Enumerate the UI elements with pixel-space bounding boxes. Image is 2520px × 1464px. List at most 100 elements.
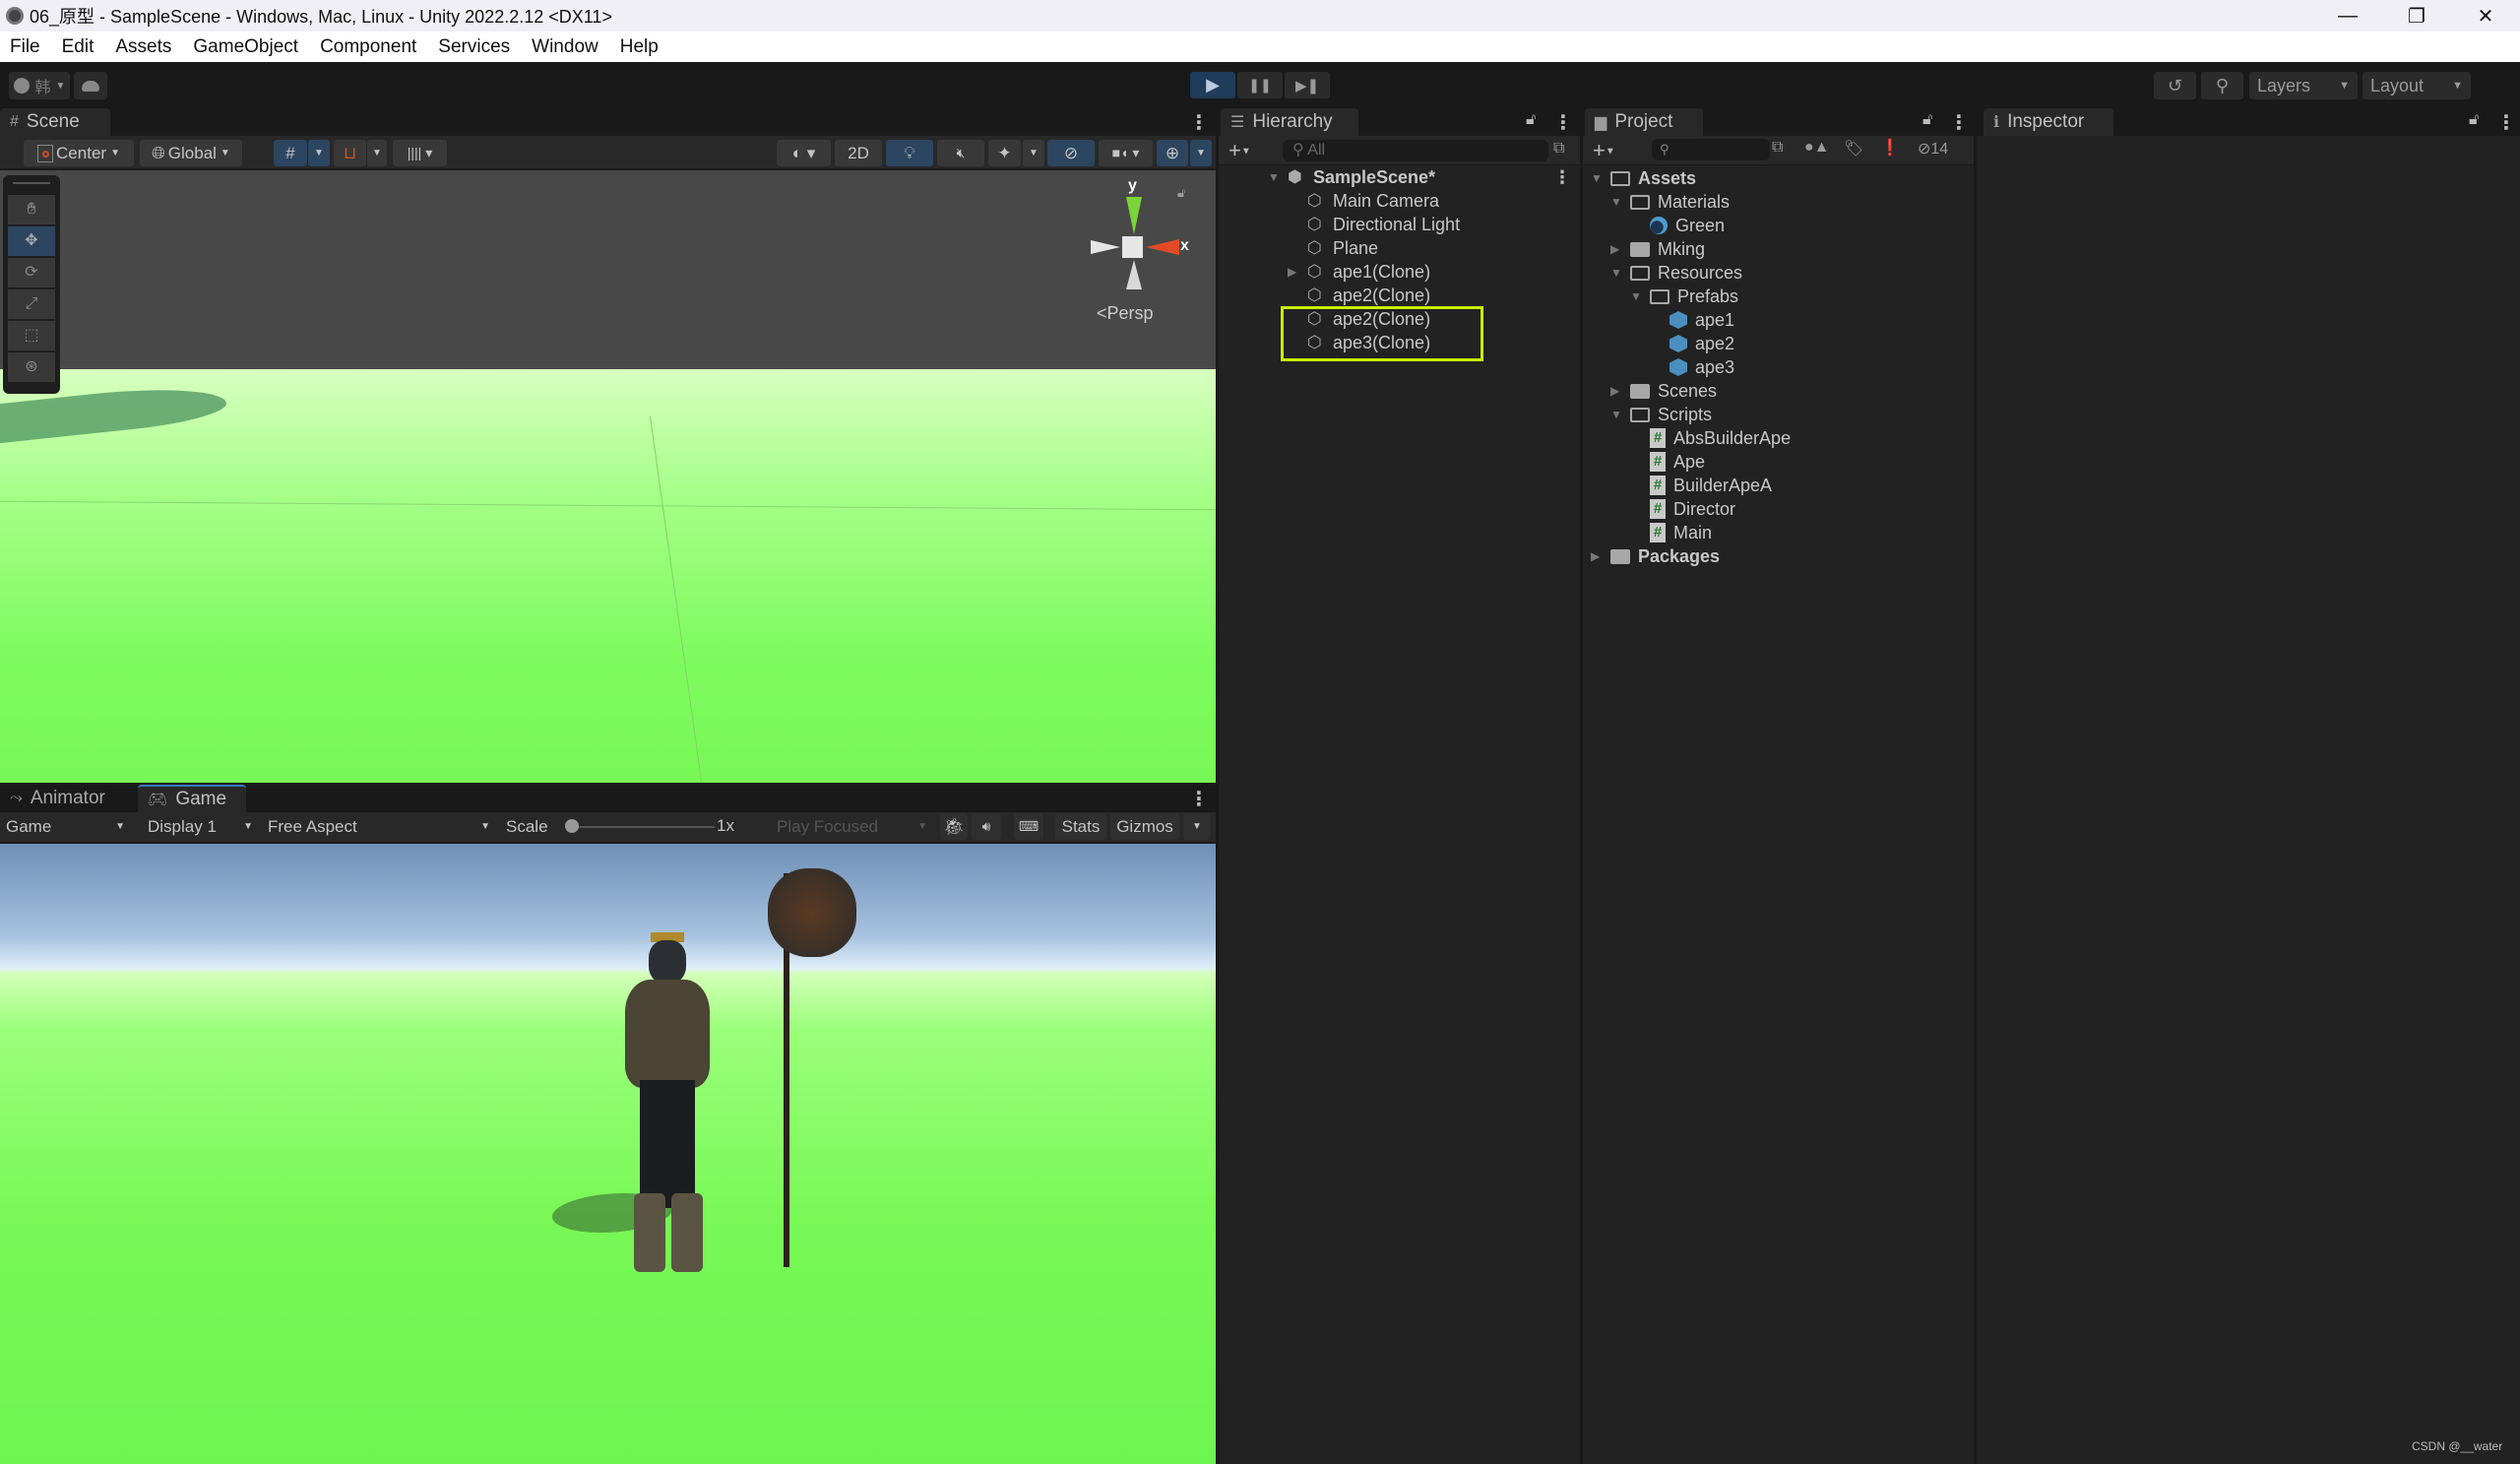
account-button[interactable]: 韩 ▼ [9, 72, 70, 99]
popout-icon[interactable]: ⧉ [1553, 140, 1564, 158]
close-button[interactable]: ✕ [2456, 0, 2515, 32]
project-item[interactable]: ▼ Assets [1591, 166, 1696, 190]
pivot-center-dropdown[interactable]: Center ▼ [24, 140, 134, 166]
expand-arrow-icon[interactable]: ▼ [1610, 266, 1624, 280]
list-item[interactable]: ⬡ ape2(Clone) [1307, 284, 1430, 307]
expand-arrow-icon[interactable]: ▼ [1610, 195, 1624, 209]
filter-by-type-icon[interactable]: ●▲ [1804, 139, 1830, 157]
undo-history-button[interactable]: ↺ [2154, 72, 2196, 99]
project-item[interactable]: ▼ Resources [1610, 261, 1742, 285]
scale-slider-track[interactable] [567, 826, 715, 828]
gizmos-dropdown[interactable]: ▼ [1190, 140, 1212, 166]
audio-toggle[interactable]: 🔇︎ [937, 140, 984, 166]
project-search-input[interactable]: ⚲ [1652, 139, 1770, 160]
list-item[interactable]: ⬡ Directional Light [1307, 213, 1460, 236]
project-item[interactable]: ▼ Prefabs [1630, 285, 1738, 308]
restore-button[interactable]: ❐ [2387, 0, 2446, 32]
lock-icon[interactable]: 🔓︎ [2469, 111, 2479, 129]
effects-toggle[interactable]: ✦ [988, 140, 1021, 166]
popout-icon[interactable]: ⧉ [1772, 139, 1783, 157]
stats-toggle[interactable]: Stats [1055, 813, 1106, 840]
add-button[interactable]: +▼ [1228, 138, 1251, 163]
expand-arrow-icon[interactable]: ▼ [1610, 408, 1624, 421]
expand-arrow-icon[interactable]: ▶ [1591, 549, 1605, 563]
gizmos-toggle[interactable]: ⊕ [1157, 140, 1188, 166]
create-button[interactable]: +▼ [1593, 138, 1615, 163]
aspect-select[interactable]: Free Aspect ▼ [262, 813, 496, 840]
project-item[interactable]: ▶ Scenes [1610, 379, 1717, 403]
effects-dropdown[interactable]: ▼ [1023, 140, 1044, 166]
inspector-menu-icon[interactable]: ⋮ [2496, 110, 2516, 135]
minimize-button[interactable]: — [2318, 0, 2377, 32]
tab-inspector[interactable]: ℹ Inspector [1984, 108, 2113, 136]
increment-snap-dropdown[interactable]: ▼ [367, 140, 387, 166]
project-item[interactable]: ▶ Packages [1591, 544, 1720, 568]
rotate-tool[interactable]: ⟳ [8, 258, 55, 287]
rect-tool[interactable]: ⬚ [8, 321, 55, 350]
menu-edit[interactable]: Edit [62, 36, 94, 58]
grid-snap-dropdown[interactable]: ▼ [308, 140, 330, 166]
hierarchy-search-input[interactable]: ⚲ All [1283, 140, 1548, 161]
step-button[interactable]: ▶❚ [1285, 72, 1330, 98]
menu-window[interactable]: Window [532, 36, 598, 58]
list-item[interactable]: ⬡ Plane [1307, 236, 1378, 260]
menu-component[interactable]: Component [320, 36, 416, 58]
play-focus-select[interactable]: Play Focused ▼ [771, 813, 933, 840]
project-menu-icon[interactable]: ⋮ [1949, 110, 1969, 135]
x-axis-cone[interactable] [1146, 239, 1179, 255]
expand-arrow-icon[interactable]: ▼ [1268, 170, 1282, 184]
project-item[interactable]: # Ape [1630, 450, 1705, 474]
expand-arrow-icon[interactable]: ▶ [1288, 265, 1301, 279]
warning-icon[interactable]: ❗ [1880, 138, 1900, 158]
list-item[interactable]: ▶ ⬡ ape1(Clone) [1288, 260, 1430, 284]
tab-project[interactable]: ▆ Project [1585, 108, 1703, 136]
menu-services[interactable]: Services [438, 36, 510, 58]
lock-icon[interactable]: 🔓︎ [1922, 111, 1932, 129]
play-button[interactable]: ▶ [1190, 72, 1235, 98]
hierarchy-menu-icon[interactable]: ⋮ [1553, 110, 1573, 135]
menu-help[interactable]: Help [620, 36, 659, 58]
project-item[interactable]: ape3 [1650, 355, 1734, 379]
shortcuts-toggle[interactable]: ⌨ [1014, 813, 1043, 840]
space-global-dropdown[interactable]: 🌐︎ Global ▼ [140, 140, 242, 166]
filter-by-label-icon[interactable]: 🏷︎ [1844, 139, 1863, 159]
project-item[interactable]: ▼ Scripts [1610, 403, 1712, 426]
draw-mode-dropdown[interactable]: ◐ ▾ [777, 140, 831, 166]
project-item[interactable]: # Main [1630, 521, 1712, 544]
scale-slider-thumb[interactable] [565, 819, 579, 833]
gizmos-toggle-game[interactable]: Gizmos [1110, 813, 1179, 840]
persp-toggle[interactable]: <Persp [1097, 303, 1154, 324]
view-select[interactable]: Game ▼ [0, 813, 131, 840]
menu-assets[interactable]: Assets [115, 36, 171, 58]
drag-handle[interactable] [13, 182, 50, 184]
neg-y-axis-cone[interactable] [1126, 260, 1142, 289]
menu-gameobject[interactable]: GameObject [193, 36, 298, 58]
scene-viewport[interactable]: ✋︎ ✥ ⟳ ⤢ ⬚ ⊛ y x 🔓︎ <Persp [0, 170, 1216, 783]
project-item[interactable]: ▶ Mking [1610, 237, 1705, 261]
expand-arrow-icon[interactable]: ▼ [1591, 171, 1605, 185]
center-cube[interactable] [1122, 236, 1143, 258]
scene-visibility-toggle[interactable]: ⊘ [1047, 140, 1095, 166]
scene-menu-icon[interactable]: ⋮ [1553, 167, 1571, 188]
debug-toggle[interactable]: 🐞︎ [940, 813, 968, 840]
project-item[interactable]: Green [1630, 214, 1725, 237]
expand-arrow-icon[interactable]: ▼ [1630, 289, 1644, 303]
increment-snap-toggle[interactable]: ⊔ [334, 140, 366, 166]
pause-button[interactable]: ❚❚ [1237, 72, 1283, 98]
lighting-toggle[interactable]: 💡︎ [886, 140, 933, 166]
tab-game[interactable]: 🎮︎ Game [138, 785, 246, 812]
lock-icon[interactable]: 🔓︎ [1177, 185, 1185, 201]
y-axis-cone[interactable] [1126, 197, 1142, 234]
transform-tool[interactable]: ⊛ [8, 352, 55, 382]
project-item[interactable]: # AbsBuilderApe [1630, 426, 1791, 450]
project-item[interactable]: ape1 [1650, 308, 1734, 332]
grid-snap-toggle[interactable]: # [274, 140, 307, 166]
neg-x-axis-cone[interactable] [1091, 240, 1120, 254]
gizmos-dropdown-game[interactable]: ▼ [1183, 813, 1211, 840]
layout-dropdown[interactable]: Layout ▼ [2362, 72, 2471, 99]
layers-dropdown[interactable]: Layers ▼ [2249, 72, 2358, 99]
camera-dropdown[interactable]: ■◖ ▾ [1099, 140, 1153, 166]
orientation-gizmo[interactable]: y x 🔓︎ <Persp [1083, 175, 1201, 323]
search-button[interactable]: ⚲ [2201, 72, 2243, 99]
tab-animator[interactable]: ⤳ Animator [0, 785, 136, 812]
